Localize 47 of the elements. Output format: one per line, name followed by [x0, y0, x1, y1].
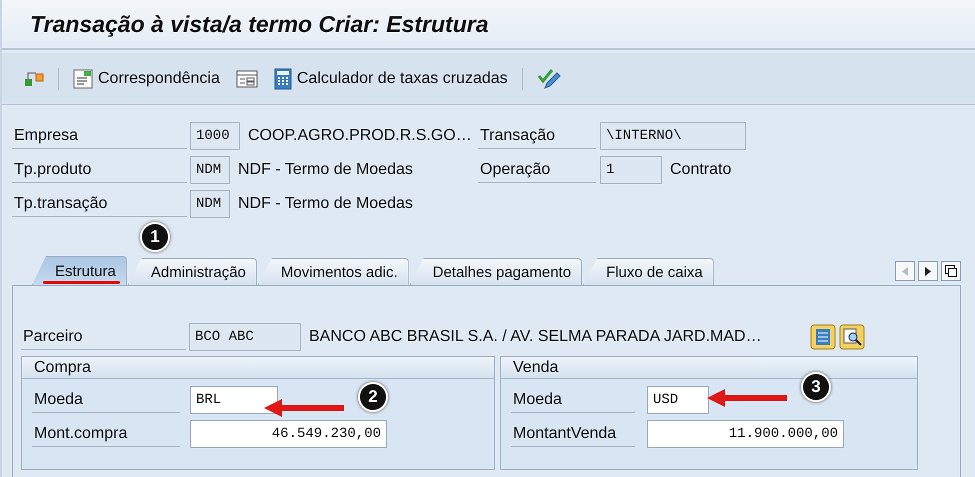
input-field[interactable]: 1: [600, 156, 662, 184]
address-book-icon[interactable]: [810, 324, 836, 350]
field-label: Empresa: [12, 123, 187, 149]
window-title: Transação à vista/a termo Criar: Estrutura: [30, 10, 488, 38]
field-label: Mont.compra: [32, 421, 180, 447]
tab[interactable]: Fluxo de caixa: [583, 258, 714, 285]
form-icon: [236, 68, 258, 88]
input-field[interactable]: 1000: [190, 122, 240, 150]
input-field[interactable]: BCO ABC: [189, 323, 301, 351]
right-triangle-icon: [925, 266, 931, 276]
field-label: Operação: [478, 157, 596, 183]
check-pencil-icon: [536, 68, 561, 90]
field-description: Contrato: [670, 161, 732, 179]
field-label: Parceiro: [21, 324, 186, 350]
field-label: Moeda: [32, 387, 180, 413]
tab-list-button[interactable]: [941, 261, 961, 281]
tab[interactable]: Estrutura: [32, 256, 127, 285]
left-triangle-icon: [902, 266, 908, 276]
field-description: NDF - Termo de Moedas: [238, 195, 414, 213]
toolbar-button[interactable]: Correspondência: [71, 66, 222, 90]
tab[interactable]: Movimentos adic.: [258, 258, 409, 285]
document-icon: [73, 68, 93, 88]
input-field[interactable]: \INTERNO\: [600, 122, 746, 150]
field-description: COOP.AGRO.PROD.R.S.GO…: [248, 127, 473, 145]
field-label: MontantVenda: [511, 421, 635, 447]
input-field[interactable]: 46.549.230,00: [190, 420, 387, 448]
input-field[interactable]: USD: [647, 386, 709, 414]
tab[interactable]: Detalhes pagamento: [410, 258, 582, 285]
field-description: NDF - Termo de Moedas: [238, 161, 414, 179]
group-title: Venda: [501, 357, 917, 379]
input-field[interactable]: 11.900.000,00: [647, 420, 844, 448]
callout-number: 1: [140, 222, 170, 252]
calculator-icon: [274, 68, 292, 90]
field-label: Tp.transação: [12, 191, 187, 217]
field-label: Transação: [478, 123, 596, 149]
tab[interactable]: Administração: [128, 258, 257, 285]
toolbar-button[interactable]: Calculador de taxas cruzadas: [272, 66, 510, 92]
group-title: Compra: [22, 357, 494, 379]
field-label: Moeda: [511, 387, 635, 413]
scroll-right-button[interactable]: [918, 261, 938, 281]
field-label: Tp.produto: [12, 157, 187, 183]
search-icon[interactable]: [839, 324, 865, 350]
tab-list-icon: [945, 265, 957, 277]
input-field[interactable]: NDM: [190, 156, 230, 184]
input-field[interactable]: NDM: [190, 190, 230, 218]
input-field[interactable]: BRL: [190, 386, 278, 414]
field-description: BANCO ABC BRASIL S.A. / AV. SELMA PARADA JARD.MAD…: [309, 328, 763, 346]
